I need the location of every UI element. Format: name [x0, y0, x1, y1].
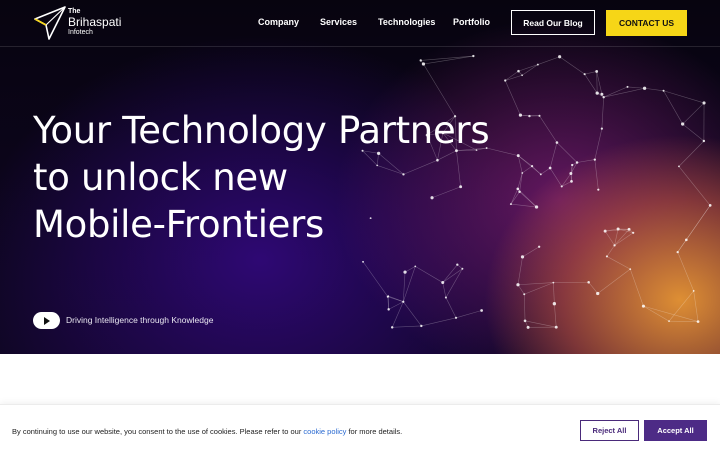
nav-item-technologies[interactable]: Technologies [378, 17, 435, 27]
hero-headline-line-2: to unlock new [33, 155, 288, 201]
network-lines [363, 56, 711, 327]
cookie-policy-link[interactable]: cookie policy [303, 427, 346, 436]
hero-tagline: Driving Intelligence through Knowledge [66, 315, 213, 325]
read-our-blog-button[interactable]: Read Our Blog [511, 10, 595, 35]
reject-all-button[interactable]: Reject All [580, 420, 639, 441]
brand-line-1: The [68, 8, 80, 15]
hero-section: The Brihaspati Infotech Company Services… [0, 0, 720, 354]
hero-headline-line-3: Mobile-Frontiers [33, 202, 324, 248]
nav-item-services[interactable]: Services [320, 17, 357, 27]
site-header: The Brihaspati Infotech Company Services… [0, 0, 720, 47]
cookie-consent-text: By continuing to use our website, you co… [12, 427, 402, 436]
accept-all-button[interactable]: Accept All [644, 420, 707, 441]
cookie-text-before: By continuing to use our website, you co… [12, 427, 303, 436]
nav-item-portfolio[interactable]: Portfolio [453, 17, 490, 27]
cookie-consent-bar: By continuing to use our website, you co… [0, 404, 720, 451]
contact-us-button[interactable]: CONTACT US [606, 10, 687, 36]
cookie-text-after: for more details. [346, 427, 402, 436]
hero-headline-line-1: Your Technology Partners [33, 108, 489, 154]
brand-name: Brihaspati [68, 15, 121, 29]
brand-line-3: Infotech [68, 29, 93, 36]
network-nodes [362, 55, 712, 329]
nav-item-company[interactable]: Company [258, 17, 299, 27]
play-video-button[interactable] [33, 312, 60, 329]
play-icon [44, 317, 50, 325]
paper-plane-logo-icon [34, 6, 66, 40]
brand-logo[interactable]: The Brihaspati Infotech [34, 6, 134, 40]
